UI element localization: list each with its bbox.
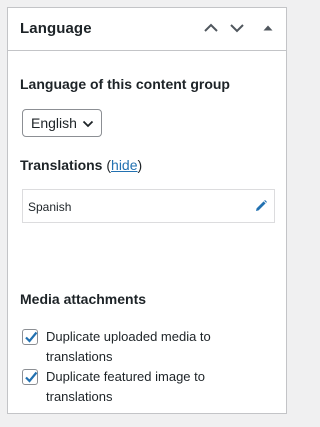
media-attachments-heading: Media attachments <box>20 291 147 307</box>
translations-heading: Translations (hide) <box>20 157 142 173</box>
translations-heading-text: Translations <box>20 157 103 173</box>
pencil-icon <box>256 200 267 211</box>
checkmark-icon <box>25 371 38 383</box>
checkmark-icon <box>25 331 38 343</box>
language-panel: Language Language of this content group … <box>7 7 287 414</box>
chevron-down-icon <box>82 120 94 128</box>
edit-translation-button[interactable] <box>254 199 268 218</box>
language-select-value: English <box>31 115 77 131</box>
language-select[interactable]: English <box>22 109 102 137</box>
triangle-up-icon <box>263 25 273 31</box>
duplicate-featured-image-label: Duplicate featured image to translations <box>46 369 205 404</box>
move-up-button[interactable] <box>199 16 223 40</box>
duplicate-featured-image-option: Duplicate featured image to translations <box>22 367 256 407</box>
panel-title: Language <box>20 20 92 37</box>
chevron-down-icon <box>230 24 244 33</box>
language-heading: Language of this content group <box>20 76 230 92</box>
move-down-button[interactable] <box>225 16 249 40</box>
duplicate-uploaded-media-label: Duplicate uploaded media to translations <box>46 329 211 364</box>
chevron-up-icon <box>204 23 218 32</box>
translation-name: Spanish <box>28 200 72 214</box>
hide-link[interactable]: hide <box>111 157 137 173</box>
duplicate-uploaded-media-option: Duplicate uploaded media to translations <box>22 327 256 367</box>
duplicate-uploaded-media-checkbox[interactable] <box>22 329 38 345</box>
duplicate-featured-image-checkbox[interactable] <box>22 369 38 385</box>
close-paren: ) <box>137 157 143 173</box>
translation-item[interactable]: Spanish <box>22 189 275 223</box>
toggle-panel-button[interactable] <box>256 16 280 40</box>
panel-header: Language <box>8 8 286 51</box>
